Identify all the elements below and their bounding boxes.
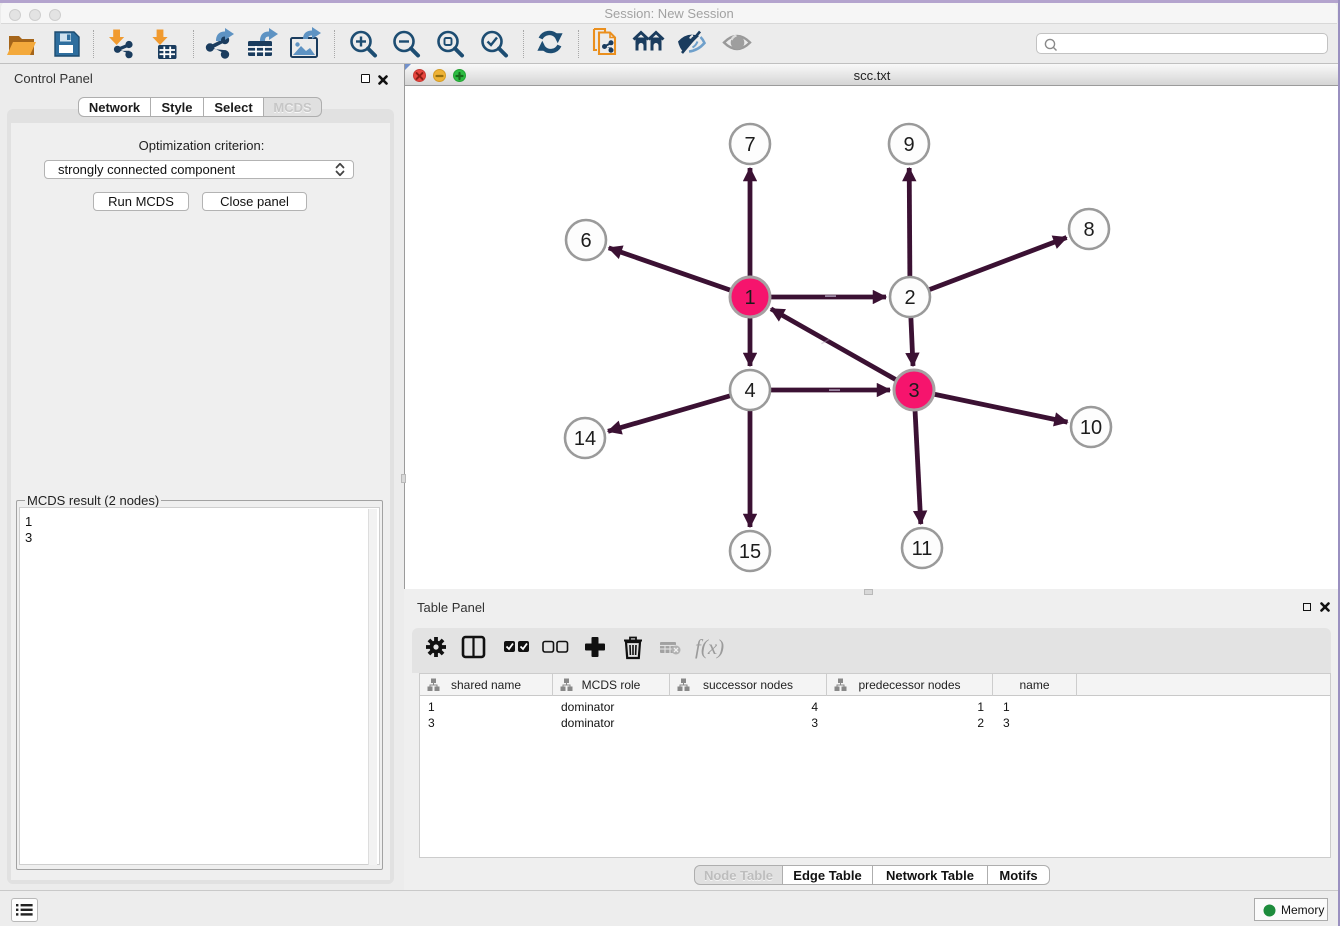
svg-text:9: 9: [903, 134, 914, 156]
svg-text:15: 15: [739, 541, 761, 563]
svg-text:3: 3: [908, 380, 919, 402]
svg-text:f(x): f(x): [695, 635, 724, 659]
svg-text:11: 11: [912, 538, 933, 560]
svg-text:6: 6: [580, 230, 591, 252]
svg-text:2: 2: [904, 287, 915, 309]
svg-text:14: 14: [574, 428, 596, 450]
svg-text:8: 8: [1083, 219, 1094, 241]
svg-text:1: 1: [744, 287, 755, 309]
svg-text:7: 7: [744, 134, 755, 156]
svg-text:4: 4: [744, 380, 755, 402]
svg-text:10: 10: [1080, 417, 1102, 439]
